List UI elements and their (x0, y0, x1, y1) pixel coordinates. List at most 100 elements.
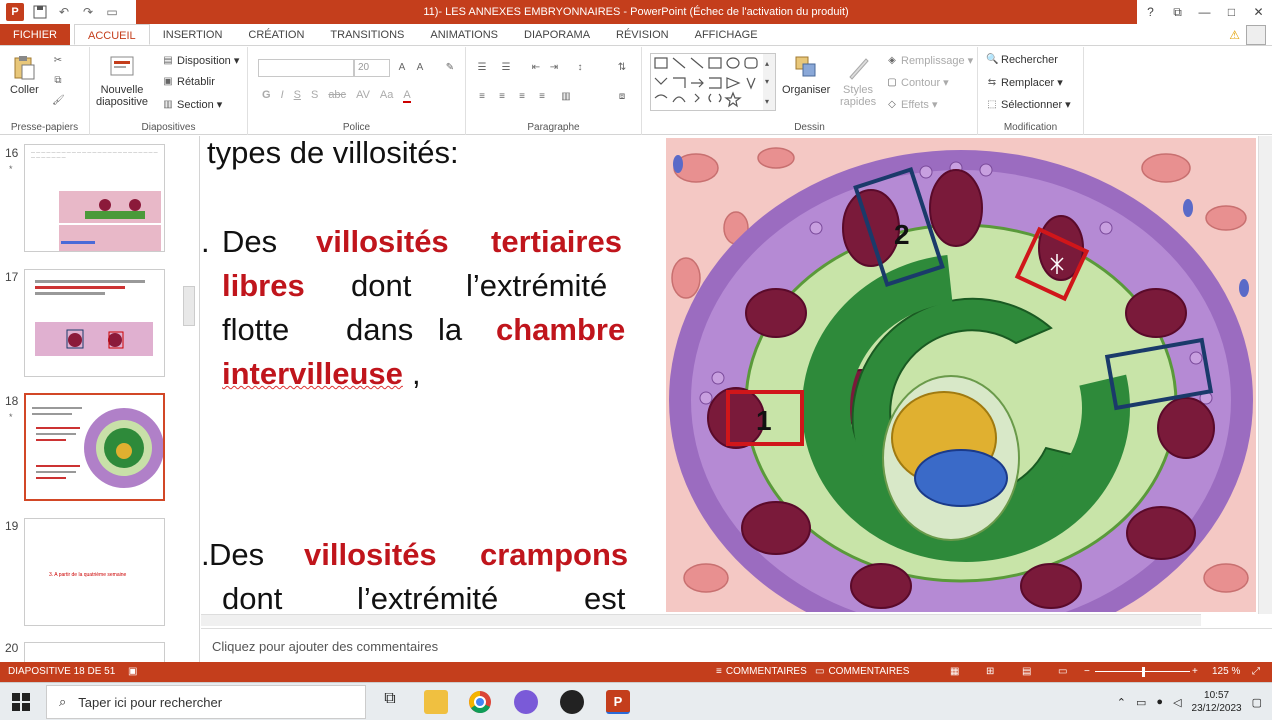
find-button[interactable]: 🔍 Rechercher (986, 54, 1058, 66)
bullet-a-word[interactable]: la (438, 308, 462, 352)
taskbar-clock[interactable]: 10:57 23/12/2023 (1192, 689, 1242, 715)
shrink-font-icon[interactable]: A (414, 62, 426, 74)
bullet-b-word[interactable]: Des (209, 533, 264, 577)
close-button[interactable]: ✕ (1245, 0, 1272, 24)
help-button[interactable]: ? (1137, 0, 1164, 24)
slide-horizontal-scrollbar[interactable] (201, 614, 1201, 626)
reading-view-icon[interactable]: ▤ (1022, 666, 1031, 677)
spacing-button[interactable]: AV (356, 89, 370, 103)
bullet-a-red-term[interactable]: intervilleuse (222, 352, 403, 396)
format-painter-icon[interactable]: 🖌 (52, 95, 65, 107)
maximize-button[interactable]: □ (1218, 0, 1245, 24)
quick-styles-button[interactable]: Styles rapides (840, 53, 876, 108)
bullet-b-red-term[interactable]: crampons (480, 533, 628, 577)
normal-view-icon[interactable]: ▦ (950, 666, 959, 677)
redo-icon[interactable]: ↷ (80, 4, 96, 20)
align-center-icon[interactable]: ≡ (496, 91, 508, 103)
tab-diaporama[interactable]: DIAPORAMA (511, 24, 603, 45)
decrease-indent-icon[interactable]: ⇤ (530, 62, 542, 74)
slide-thumbnail-18[interactable] (24, 393, 165, 501)
bullet-b-word[interactable]: est (584, 577, 625, 614)
bullet-a-word[interactable]: dans (346, 308, 413, 352)
user-avatar[interactable] (1246, 24, 1266, 45)
zoom-level[interactable]: 125 % (1212, 666, 1240, 677)
minimize-button[interactable]: — (1191, 0, 1218, 24)
slide-thumbnail-19[interactable]: 3. A partir de la quatrième semaine (24, 518, 165, 626)
bullet-a-red-term[interactable]: tertiaires (491, 220, 622, 264)
ribbon-display-button[interactable]: ⧉ (1164, 0, 1191, 24)
cut-icon[interactable]: ✂ (52, 55, 64, 67)
undo-icon[interactable]: ↶ (56, 4, 72, 20)
warning-icon[interactable]: ⚠ (1229, 28, 1240, 42)
text-direction-icon[interactable]: ⇅ (616, 62, 628, 74)
notifications-icon[interactable]: ▢ (1252, 696, 1262, 709)
underline-button[interactable]: S (294, 89, 301, 103)
shape-outline-button[interactable]: ▢ Contour ▾ (886, 76, 948, 90)
shapes-gallery[interactable]: ▴ ▾ ▾ (650, 53, 776, 111)
notes-placeholder[interactable]: Cliquez pour ajouter des commentaires (212, 639, 438, 654)
notes-pane[interactable]: Cliquez pour ajouter des commentaires (201, 628, 1272, 662)
line-spacing-icon[interactable]: ↕ (574, 62, 586, 74)
bullet-a-red-term[interactable]: chambre (496, 308, 625, 352)
villi-illustration[interactable]: 1 2 (666, 138, 1256, 612)
bold-button[interactable]: G (262, 89, 271, 103)
slide-sorter-icon[interactable]: ⊞ (986, 666, 994, 677)
layout-button[interactable]: ▤ Disposition ▾ (162, 54, 239, 68)
notes-toggle-button[interactable]: ≡ COMMENTAIRES (716, 666, 807, 677)
bullets-icon[interactable]: ☰ (476, 62, 488, 74)
italic-button[interactable]: I (281, 89, 284, 103)
numbering-icon[interactable]: ☰ (500, 62, 512, 74)
microphone-icon[interactable]: ● (1156, 696, 1163, 708)
increase-indent-icon[interactable]: ⇥ (548, 62, 560, 74)
change-case-button[interactable]: Aa (380, 89, 393, 103)
slide-thumbnail-20[interactable] (24, 642, 165, 662)
tab-fichier[interactable]: FICHIER (0, 24, 70, 45)
bullet-a-red-term[interactable]: villosités (316, 220, 449, 264)
columns-icon[interactable]: ▥ (560, 91, 572, 103)
new-slide-button[interactable]: Nouvelle diapositive (96, 53, 148, 108)
tab-transitions[interactable]: TRANSITIONS (317, 24, 417, 45)
bullet-a-word[interactable]: Des (222, 220, 277, 264)
grow-font-icon[interactable]: A (396, 62, 408, 74)
shape-fill-button[interactable]: ◈ Remplissage ▾ (886, 54, 973, 68)
tab-accueil[interactable]: ACCUEIL (74, 24, 150, 45)
align-left-icon[interactable]: ≡ (476, 91, 488, 103)
paste-button[interactable]: Coller (10, 53, 39, 96)
replace-button[interactable]: ⇆ Remplacer ▾ (986, 76, 1063, 90)
tray-chevron-icon[interactable]: ⌃ (1117, 696, 1126, 709)
bullet-b-red-term[interactable]: villosités (304, 533, 437, 577)
zoom-in-icon[interactable]: + (1192, 666, 1198, 677)
zoom-slider-thumb[interactable] (1142, 667, 1145, 677)
copy-icon[interactable]: ⧉ (52, 75, 64, 87)
bullet-a-red-term[interactable]: libres (222, 264, 305, 308)
arrange-button[interactable]: Organiser (782, 53, 830, 96)
tab-insertion[interactable]: INSERTION (150, 24, 236, 45)
slide-canvas[interactable]: types de villosités: . Des villosités te… (201, 136, 1258, 614)
slideshow-icon[interactable]: ▭ (1058, 666, 1067, 677)
zoom-out-icon[interactable]: − (1084, 666, 1090, 677)
chrome-icon[interactable] (468, 690, 492, 714)
font-size-input[interactable]: 20 (354, 59, 390, 77)
taskbar-search-input[interactable]: ⌕ Taper ici pour rechercher (46, 685, 366, 719)
shadow-button[interactable]: S (311, 89, 318, 103)
screen-recorder-icon[interactable] (560, 690, 584, 714)
bullet-a-word[interactable]: l’extrémité (466, 264, 607, 308)
powerpoint-taskbar-icon[interactable]: P (606, 690, 630, 714)
network-icon[interactable]: ▭ (1136, 696, 1146, 709)
tab-affichage[interactable]: AFFICHAGE (682, 24, 771, 45)
slide-thumbnail-17[interactable] (24, 269, 165, 377)
tab-creation[interactable]: CRÉATION (235, 24, 317, 45)
slide-thumbnail-16[interactable]: — — — — — — — — — — — — — — — — — — — — … (24, 144, 165, 252)
file-explorer-icon[interactable] (424, 690, 448, 714)
bullet-b-word[interactable]: l’extrémité (357, 577, 498, 614)
bullet-a-word[interactable]: flotte (222, 308, 289, 352)
thumbnails-scrollbar[interactable] (183, 286, 195, 326)
windows-start-icon[interactable] (12, 693, 30, 711)
strikethrough-button[interactable]: abc (328, 89, 346, 103)
spell-check-icon[interactable]: ▣ (128, 666, 137, 677)
save-icon[interactable] (32, 4, 48, 20)
font-color-button[interactable]: A (403, 89, 411, 103)
clear-format-icon[interactable]: ✎ (444, 62, 456, 74)
task-view-icon[interactable]: ⧉ (378, 690, 402, 714)
tab-revision[interactable]: RÉVISION (603, 24, 682, 45)
